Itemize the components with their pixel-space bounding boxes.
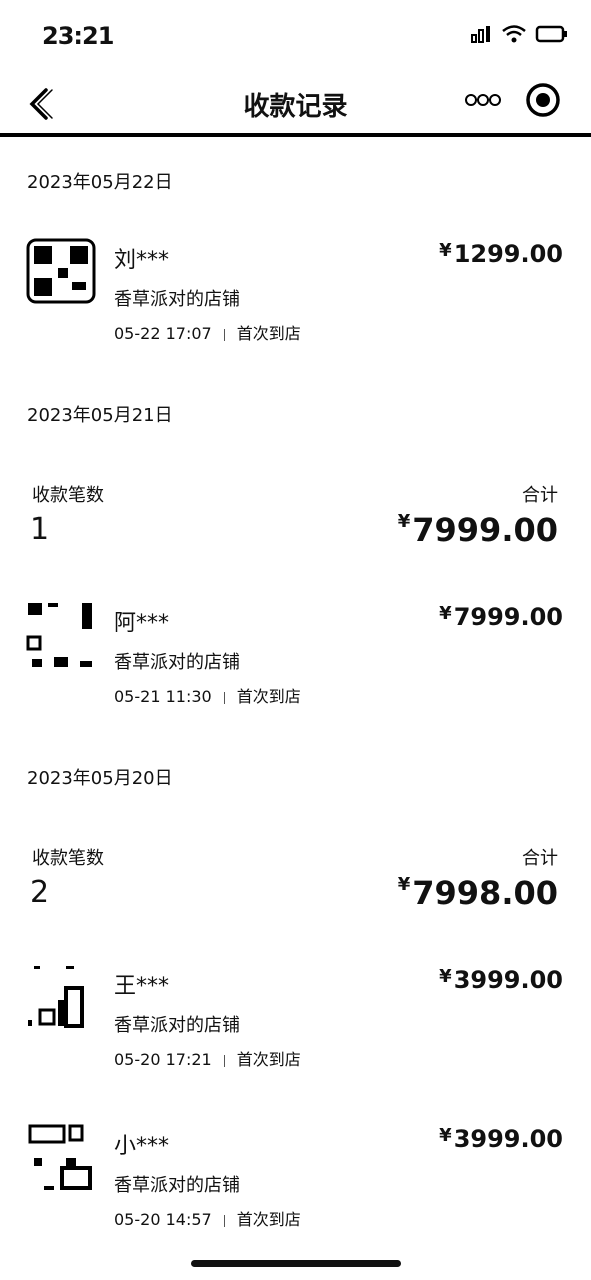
record-time: 05-20 17:21 [114,1050,212,1069]
record-meta: 05-22 17:07 首次到店 [114,320,301,344]
visit-tag: 首次到店 [236,687,301,706]
total-amount: ¥7999.00 [398,511,558,549]
total-label: 合计 [522,485,558,506]
record-meta: 05-20 17:21 首次到店 [114,1046,301,1070]
amount-value: 3999.00 [453,966,563,994]
payment-count: 1 [30,512,50,547]
count-label: 收款笔数 [32,848,104,869]
amount-value: 3999.00 [453,1125,563,1153]
meta-separator [223,328,225,341]
date-header: 2023年05月21日 [27,405,173,426]
date-header: 2023年05月20日 [27,768,173,789]
shop-name: 香草派对的店铺 [114,289,240,310]
total-value: 7999.00 [412,511,558,549]
meta-separator [223,1054,225,1067]
shop-name: 香草派对的店铺 [114,1015,240,1036]
mini-program-capsule [453,78,573,126]
payer-name: 小*** [114,1134,170,1159]
payer-name: 阿*** [114,611,170,636]
shop-name: 香草派对的店铺 [114,652,240,673]
avatar [26,964,96,1034]
status-icons [471,24,569,48]
visit-tag: 首次到店 [236,1210,301,1229]
currency-symbol: ¥ [439,1125,452,1146]
home-indicator[interactable] [191,1260,401,1267]
amount-value: 7999.00 [453,603,563,631]
record-time: 05-21 11:30 [114,687,212,706]
visit-tag: 首次到店 [236,1050,301,1069]
record-meta: 05-21 11:30 首次到店 [114,683,301,707]
currency-symbol: ¥ [439,240,452,261]
status-time: 23:21 [42,22,114,50]
currency-symbol: ¥ [397,874,411,895]
record-meta: 05-20 14:57 首次到店 [114,1206,301,1230]
wifi-icon [501,24,527,48]
payment-amount: ¥3999.00 [439,966,563,994]
total-label: 合计 [522,848,558,869]
avatar [26,1124,96,1194]
avatar [26,238,96,308]
total-amount: ¥7998.00 [398,874,558,912]
status-bar: 23:21 [0,0,591,72]
payer-name: 王*** [114,974,170,999]
payment-amount: ¥3999.00 [439,1125,563,1153]
meta-separator [223,691,225,704]
nav-divider [0,133,591,137]
payment-amount: ¥1299.00 [439,240,563,268]
close-miniprogram-icon[interactable] [525,82,561,122]
shop-name: 香草派对的店铺 [114,1175,240,1196]
payer-name: 刘*** [114,248,170,273]
amount-value: 1299.00 [453,240,563,268]
count-label: 收款笔数 [32,485,104,506]
currency-symbol: ¥ [439,966,452,987]
currency-symbol: ¥ [397,511,411,532]
nav-bar: 收款记录 [0,72,591,134]
record-time: 05-20 14:57 [114,1210,212,1229]
payment-amount: ¥7999.00 [439,603,563,631]
payment-count: 2 [30,875,50,910]
avatar [26,601,96,671]
date-header: 2023年05月22日 [27,172,173,193]
battery-icon [535,24,569,48]
more-icon[interactable] [465,92,501,112]
total-value: 7998.00 [412,874,558,912]
visit-tag: 首次到店 [236,324,301,343]
signal-icon [471,25,493,47]
meta-separator [223,1214,225,1227]
record-time: 05-22 17:07 [114,324,212,343]
currency-symbol: ¥ [439,603,452,624]
